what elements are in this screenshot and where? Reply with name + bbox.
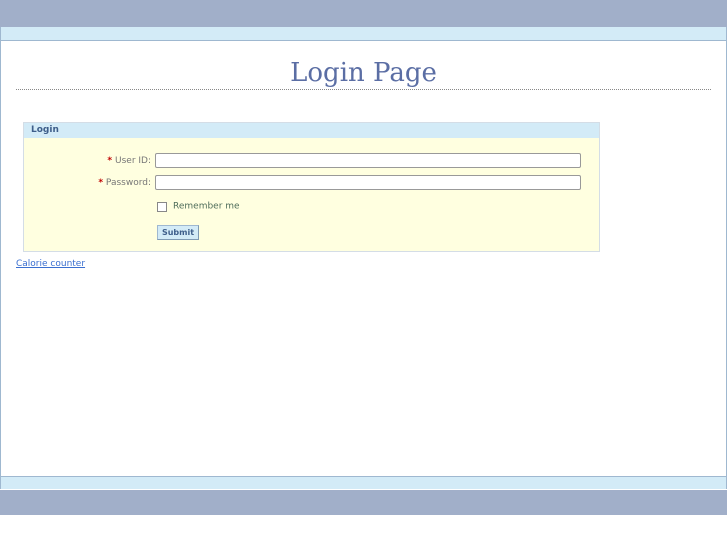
user-id-input[interactable]: [155, 153, 581, 168]
top-strip: [1, 27, 726, 41]
top-banner: [0, 0, 727, 27]
bottom-banner: [0, 490, 727, 515]
remember-me-checkbox[interactable]: [157, 201, 167, 212]
page-title: Login Page: [290, 58, 437, 88]
password-label-text: Password:: [105, 178, 151, 188]
password-row: * Password:: [24, 175, 599, 191]
remember-me-label[interactable]: Remember me: [173, 202, 240, 212]
page-frame: Login Page Login * User ID: * Password: …: [0, 27, 727, 489]
bottom-strip: [1, 476, 726, 489]
password-label: * Password:: [98, 175, 151, 191]
title-divider: [16, 89, 711, 90]
required-marker: *: [98, 178, 104, 188]
calorie-counter-link[interactable]: Calorie counter: [16, 259, 85, 269]
user-id-label-text: User ID:: [115, 156, 151, 166]
user-id-row: * User ID:: [24, 153, 599, 169]
remember-me-row: Remember me: [157, 196, 240, 212]
password-input[interactable]: [155, 175, 581, 190]
login-panel: Login * User ID: * Password: Remember me…: [23, 122, 600, 252]
submit-button[interactable]: Submit: [157, 225, 199, 240]
login-panel-header: Login: [24, 123, 599, 138]
required-marker: *: [107, 156, 113, 166]
user-id-label: * User ID:: [107, 153, 151, 169]
